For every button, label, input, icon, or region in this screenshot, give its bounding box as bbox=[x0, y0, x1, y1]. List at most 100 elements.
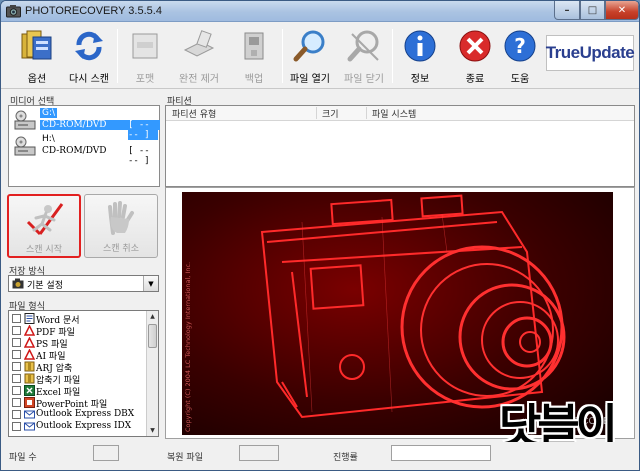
toolbar-separator bbox=[282, 29, 283, 83]
ps-icon bbox=[24, 337, 35, 348]
rescan-label: 다시 스캔 bbox=[69, 74, 109, 85]
files-count-label: 파일 수 bbox=[9, 453, 37, 463]
file-type-checkbox[interactable] bbox=[12, 338, 21, 347]
file-type-label: Outlook Express DBX bbox=[36, 409, 135, 419]
format-button[interactable]: 포맷 bbox=[120, 26, 170, 86]
archive-icon bbox=[24, 373, 35, 384]
app-icon bbox=[6, 5, 21, 18]
file-type-checkbox[interactable] bbox=[12, 422, 21, 431]
column-header[interactable]: 파티션 유형 bbox=[172, 107, 216, 120]
help-button[interactable]: ? 도움 bbox=[495, 26, 545, 86]
file-type-checkbox[interactable] bbox=[12, 398, 21, 407]
device-item-g[interactable]: G:\ CD-ROM/DVD [ -- -- ] bbox=[10, 108, 160, 140]
list-item[interactable]: Word 문서 bbox=[11, 313, 146, 326]
trueupdate-logo[interactable]: TrueUpdate bbox=[546, 35, 635, 71]
column-header[interactable]: 크기 bbox=[322, 107, 339, 120]
rescan-icon bbox=[75, 31, 103, 61]
file-type-checkbox[interactable] bbox=[12, 386, 21, 395]
stop-hand-icon bbox=[108, 201, 134, 235]
exit-label: 종료 bbox=[465, 74, 485, 85]
file-type-checkbox[interactable] bbox=[12, 350, 21, 359]
device-size: [ -- -- ] bbox=[128, 146, 150, 166]
pdf-icon bbox=[24, 325, 35, 336]
scrollbar-thumb[interactable] bbox=[148, 324, 157, 348]
list-item[interactable]: 압축기 파일 bbox=[11, 373, 146, 386]
list-item[interactable]: Outlook Express DBX bbox=[11, 409, 146, 421]
backup-icon bbox=[244, 32, 264, 60]
partition-table[interactable]: 파티션 유형 크기 파일 시스템 bbox=[165, 105, 635, 187]
device-name: H:\ bbox=[42, 134, 55, 144]
ai-icon bbox=[24, 349, 35, 360]
list-item[interactable]: PDF 파일 bbox=[11, 325, 146, 338]
start-scan-button[interactable]: 스캔 시작 bbox=[7, 194, 81, 258]
file-type-checkbox[interactable] bbox=[12, 362, 21, 371]
outlook-idx-icon bbox=[24, 422, 35, 431]
scan-mode-value: 기본 설정 bbox=[27, 281, 63, 291]
options-button[interactable]: 옵션 bbox=[12, 26, 62, 86]
maximize-button[interactable]: □ bbox=[580, 1, 605, 20]
scroll-down-icon[interactable]: ▼ bbox=[147, 425, 158, 436]
info-label: 정보 bbox=[410, 74, 430, 85]
chevron-down-icon[interactable]: ▼ bbox=[143, 276, 158, 291]
list-item[interactable]: ARJ 압축 bbox=[11, 361, 146, 374]
progress-bar bbox=[391, 445, 491, 461]
file-type-checkbox[interactable] bbox=[12, 374, 21, 383]
open-file-label: 파일 열기 bbox=[290, 74, 330, 85]
file-type-checkbox[interactable] bbox=[12, 326, 21, 335]
svg-text:?: ? bbox=[514, 34, 526, 58]
close-file-button[interactable]: 파일 닫기 bbox=[339, 26, 389, 86]
close-file-icon bbox=[347, 30, 379, 62]
wipe-button[interactable]: 완전 제거 bbox=[174, 26, 224, 86]
file-type-scrollbar[interactable]: ▲ ▼ bbox=[146, 311, 158, 436]
column-divider[interactable] bbox=[366, 107, 367, 119]
toolbar-separator bbox=[117, 29, 118, 83]
recovered-field bbox=[239, 445, 279, 461]
outlook-dbx-icon bbox=[24, 410, 35, 419]
close-button[interactable]: ✕ bbox=[605, 1, 639, 20]
word-doc-icon bbox=[24, 313, 35, 324]
exit-button[interactable]: 종료 bbox=[450, 26, 500, 86]
help-icon: ? bbox=[504, 30, 536, 62]
list-item[interactable]: PowerPoint 파일 bbox=[11, 397, 146, 410]
files-count-field bbox=[93, 445, 119, 461]
scan-mode-select[interactable]: 기본 설정 ▼ bbox=[8, 275, 159, 292]
backup-label: 백업 bbox=[244, 74, 264, 85]
device-list[interactable]: G:\ CD-ROM/DVD [ -- -- ] H:\ CD-ROM/DVD … bbox=[8, 105, 160, 187]
rescan-button[interactable]: 다시 스캔 bbox=[64, 26, 114, 86]
recovered-label: 복원 파일 bbox=[167, 453, 203, 463]
close-file-label: 파일 닫기 bbox=[344, 74, 384, 85]
list-item[interactable]: PS 파일 bbox=[11, 337, 146, 350]
scroll-up-icon[interactable]: ▲ bbox=[147, 311, 158, 322]
cancel-scan-button[interactable]: 스캔 취소 bbox=[84, 194, 158, 258]
wipe-label: 완전 제거 bbox=[179, 74, 219, 85]
running-man-icon bbox=[26, 203, 64, 236]
file-type-checkbox[interactable] bbox=[12, 410, 21, 419]
format-icon bbox=[132, 33, 158, 59]
list-item[interactable]: AI 파일 bbox=[11, 349, 146, 362]
cd-drive-icon bbox=[14, 136, 36, 156]
status-bar: 파일 수 복원 파일 진행률 bbox=[1, 442, 639, 470]
cd-drive-icon bbox=[14, 110, 36, 130]
exit-icon bbox=[459, 30, 491, 62]
excel-icon bbox=[24, 385, 35, 396]
magnifier-icon bbox=[293, 30, 325, 62]
backup-button[interactable]: 백업 bbox=[229, 26, 279, 86]
list-item[interactable]: Excel 파일 bbox=[11, 385, 146, 398]
arj-icon bbox=[24, 361, 35, 372]
open-file-button[interactable]: 파일 열기 bbox=[285, 26, 335, 86]
format-label: 포맷 bbox=[135, 74, 155, 85]
file-type-label: Outlook Express IDX bbox=[36, 421, 132, 431]
info-button[interactable]: 정보 bbox=[395, 26, 445, 86]
toolbar-separator bbox=[392, 29, 393, 83]
copyright-text: Copyright (C) 2004 LC Technology Interna… bbox=[184, 261, 192, 432]
device-item-h[interactable]: H:\ CD-ROM/DVD [ -- -- ] bbox=[10, 134, 158, 166]
column-divider[interactable] bbox=[316, 107, 317, 119]
file-type-checkbox[interactable] bbox=[12, 314, 21, 323]
list-item[interactable]: Outlook Express IDX bbox=[11, 421, 146, 433]
options-label: 옵션 bbox=[27, 74, 47, 85]
file-type-list[interactable]: Word 문서 PDF 파일 PS 파일 AI 파일 ARJ 압축 압축기 파일 bbox=[8, 310, 159, 437]
column-header[interactable]: 파일 시스템 bbox=[372, 107, 416, 120]
title-bar[interactable]: PHOTORECOVERY 3.5.5.4 – □ ✕ bbox=[1, 1, 639, 22]
info-icon bbox=[404, 30, 436, 62]
minimize-button[interactable]: – bbox=[554, 1, 580, 20]
